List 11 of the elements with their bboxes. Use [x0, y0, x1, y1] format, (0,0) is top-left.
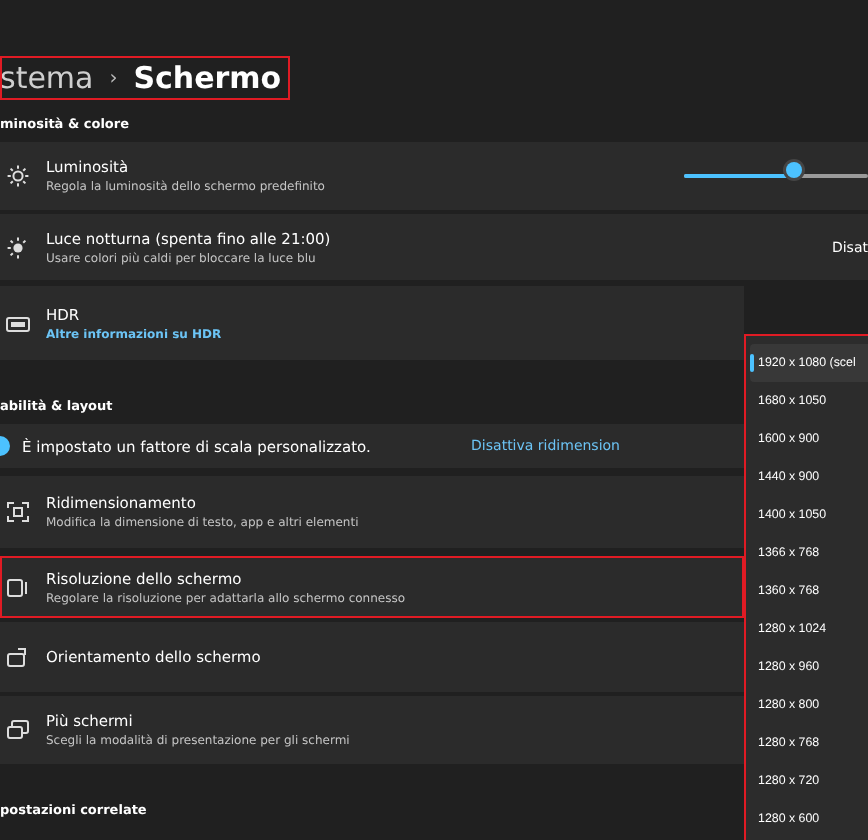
sun-icon: [6, 164, 30, 188]
multiple-screens-icon: [6, 718, 30, 742]
night-light-icon: [6, 235, 30, 259]
page-title: Schermo: [133, 60, 282, 96]
rotate-screen-icon: [6, 645, 30, 669]
scale-icon: [6, 500, 30, 524]
breadcrumb-parent[interactable]: stema: [0, 60, 94, 96]
slider-thumb[interactable]: [786, 162, 803, 178]
breadcrumb-separator: ›: [109, 67, 118, 89]
screen-resolution-icon: [6, 575, 30, 599]
hdr-icon: [6, 311, 30, 335]
